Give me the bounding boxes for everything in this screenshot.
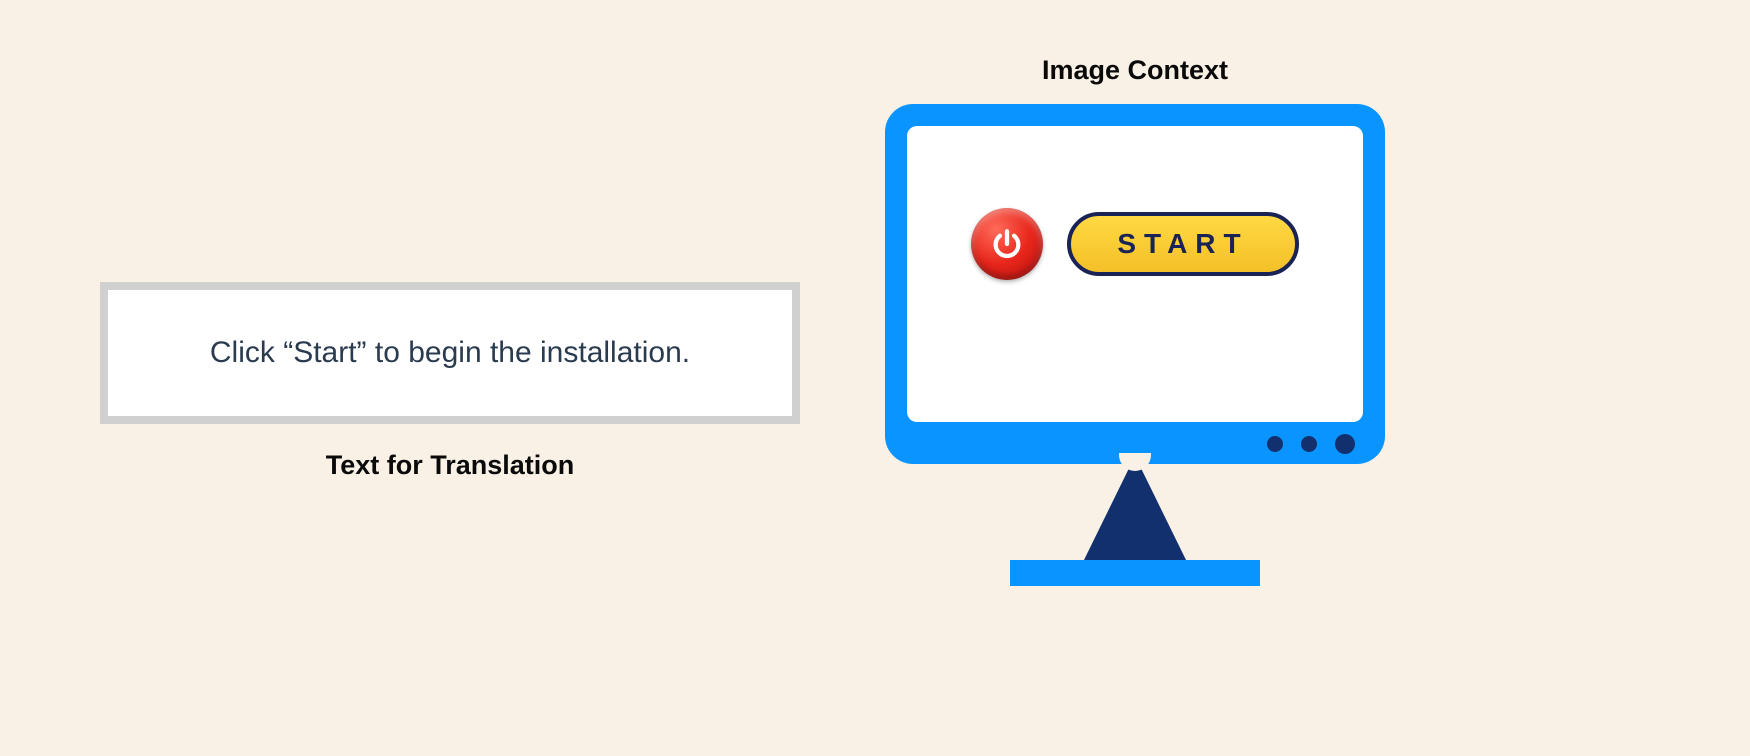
monitor-control-buttons <box>1267 436 1355 454</box>
start-button[interactable]: START <box>1067 212 1298 276</box>
translation-text-panel: Click “Start” to begin the installation.… <box>100 282 800 481</box>
monitor-base <box>1010 560 1260 586</box>
power-button[interactable] <box>971 208 1043 280</box>
monitor-neck <box>1083 456 1187 562</box>
monitor-screen: START <box>907 126 1363 422</box>
image-context-panel: Image Context START <box>870 55 1400 594</box>
translation-text-box: Click “Start” to begin the installation. <box>100 282 800 424</box>
translation-text: Click “Start” to begin the installation. <box>138 336 762 370</box>
monitor-indicator-dot <box>1301 436 1317 452</box>
left-caption: Text for Translation <box>100 450 800 481</box>
right-caption: Image Context <box>870 55 1400 86</box>
power-icon <box>990 227 1024 261</box>
monitor-indicator-dot <box>1267 436 1283 452</box>
monitor-indicator-dot <box>1335 434 1355 454</box>
start-button-label: START <box>1117 228 1248 259</box>
monitor-frame: START <box>885 104 1385 464</box>
monitor-illustration: START <box>885 104 1385 594</box>
